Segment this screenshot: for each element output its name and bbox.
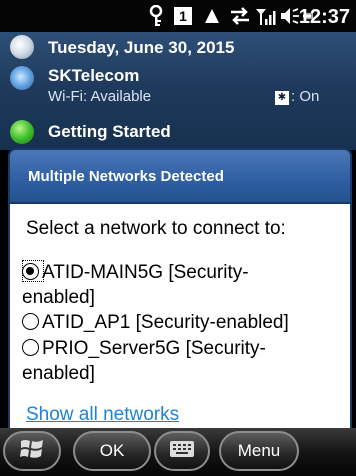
network-option-3-line1: PRIO_Server5G [Security-	[42, 338, 266, 359]
network-option-2[interactable]: ATID_AP1 [Security-enabled]	[22, 310, 342, 335]
dialog-title-bar: Multiple Networks Detected	[8, 148, 352, 204]
ok-button-label: OK	[99, 441, 125, 460]
wireless-icon	[10, 66, 34, 90]
today-screen: Tuesday, June 30, 2015 SKTelecom Wi-Fi: …	[0, 32, 356, 150]
start-button[interactable]	[3, 431, 61, 471]
sim-icon: 1	[173, 5, 193, 27]
date-label: Tuesday, June 30, 2015	[48, 38, 235, 57]
getting-started-row[interactable]: Getting Started	[0, 116, 356, 148]
radio-unselected-icon[interactable]	[22, 313, 39, 330]
date-row[interactable]: Tuesday, June 30, 2015	[0, 32, 356, 62]
ok-button[interactable]: OK	[73, 431, 151, 471]
getting-started-label: Getting Started	[48, 122, 171, 141]
network-option-1-line1: ATID-MAIN5G [Security-	[42, 262, 249, 283]
volume-icon	[279, 5, 301, 27]
wifi-status: Wi-Fi: Available	[48, 88, 152, 105]
bluetooth-status: : On	[291, 88, 320, 105]
radio-selected-icon[interactable]	[22, 263, 39, 280]
dialog-body: Select a network to connect to: ATID-MAI…	[8, 204, 352, 428]
status-bar: 1 12:37	[0, 0, 356, 32]
dialog-prompt: Select a network to connect to:	[26, 218, 286, 239]
windows-flag-icon	[19, 437, 45, 466]
network-option-1[interactable]: ATID-MAIN5G [Security- enabled]	[22, 260, 342, 310]
radio-unselected-icon[interactable]	[22, 339, 39, 356]
dialog-title: Multiple Networks Detected	[28, 168, 224, 185]
softkey-bar: OK Menu	[0, 428, 356, 476]
key-icon	[148, 5, 164, 27]
bluetooth-icon: ✱	[275, 91, 289, 105]
network-option-3[interactable]: PRIO_Server5G [Security- enabled]	[22, 336, 342, 386]
network-option-1-line2: enabled]	[22, 287, 95, 308]
keyboard-button[interactable]	[154, 431, 210, 471]
carrier-label: SKTelecom	[48, 66, 140, 85]
menu-button[interactable]: Menu	[219, 431, 299, 471]
menu-button-label: Menu	[237, 441, 281, 460]
getting-started-icon	[10, 120, 34, 144]
carrier-row[interactable]: SKTelecom Wi-Fi: Available ✱ : On	[0, 62, 356, 116]
data-sync-icon	[227, 5, 253, 27]
clock[interactable]: 12:37	[299, 6, 350, 29]
show-all-networks-link[interactable]: Show all networks	[26, 404, 179, 426]
clock-icon	[10, 35, 34, 59]
network-option-2-line1: ATID_AP1 [Security-enabled]	[42, 312, 289, 333]
network-option-3-line2: enabled]	[22, 363, 95, 384]
network-dialog: Multiple Networks Detected Select a netw…	[8, 148, 352, 428]
keyboard-icon	[169, 439, 195, 464]
signal-icon	[255, 5, 277, 27]
alert-icon	[203, 5, 221, 27]
